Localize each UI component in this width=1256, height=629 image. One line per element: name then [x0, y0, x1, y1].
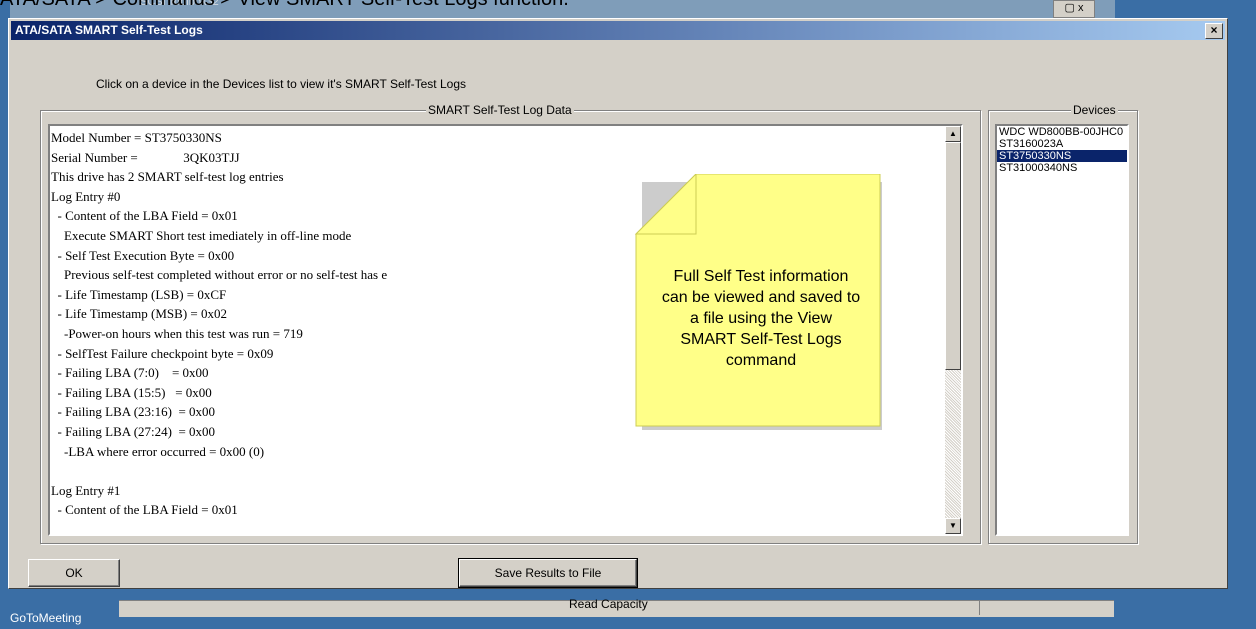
dialog-titlebar: ATA/SATA SMART Self-Test Logs × [11, 21, 1225, 40]
screenshot-caption: ATA/SATA > Commands > View SMART Self-Te… [0, 0, 1256, 10]
scroll-up-arrow-icon[interactable]: ▲ [945, 126, 961, 142]
dialog-title: ATA/SATA SMART Self-Test Logs [15, 23, 203, 37]
parent-status-bar: Read Capacity [119, 597, 1114, 617]
callout-text: Full Self Test information can be viewed … [634, 266, 888, 371]
self-test-logs-dialog: ATA/SATA SMART Self-Test Logs × Click on… [8, 18, 1228, 589]
scroll-down-arrow-icon[interactable]: ▼ [945, 518, 961, 534]
devices-group-label: Devices [1071, 103, 1118, 117]
callout-text-line: Full Self Test information [673, 268, 849, 285]
device-list-item[interactable]: ST3160023A [997, 138, 1127, 150]
callout-text-line: SMART Self-Test Logs [680, 331, 842, 348]
log-scrollbar[interactable]: ▲ ▼ [945, 126, 961, 534]
close-button[interactable]: × [1205, 23, 1223, 39]
save-results-button[interactable]: Save Results to File [458, 558, 638, 588]
instruction-text: Click on a device in the Devices list to… [96, 77, 466, 91]
device-list-item[interactable]: ST31000340NS [997, 162, 1127, 174]
devices-group: Devices WDC WD800BB-00JHC0 ST3160023A ST37… [988, 103, 1138, 544]
status-text: Read Capacity [569, 597, 648, 611]
callout-text-line: can be viewed and saved to [661, 289, 861, 306]
ok-button[interactable]: OK [28, 559, 120, 587]
callout-text-line: command [725, 352, 797, 369]
callout-text-line: a file using the View [689, 310, 832, 327]
scrollbar-thumb[interactable] [945, 142, 961, 370]
devices-list[interactable]: WDC WD800BB-00JHC0 ST3160023A ST3750330NS S… [995, 124, 1129, 536]
device-list-item[interactable]: ST3750330NS [997, 150, 1127, 162]
status-grip [979, 601, 1110, 615]
callout-sticky-note: Full Self Test information can be viewed … [634, 172, 888, 432]
device-list-item[interactable]: WDC WD800BB-00JHC0 [997, 126, 1127, 138]
taskbar-item-gotomeeting[interactable]: GoToMeeting [10, 611, 81, 625]
log-group-label: SMART Self-Test Log Data [426, 103, 574, 117]
